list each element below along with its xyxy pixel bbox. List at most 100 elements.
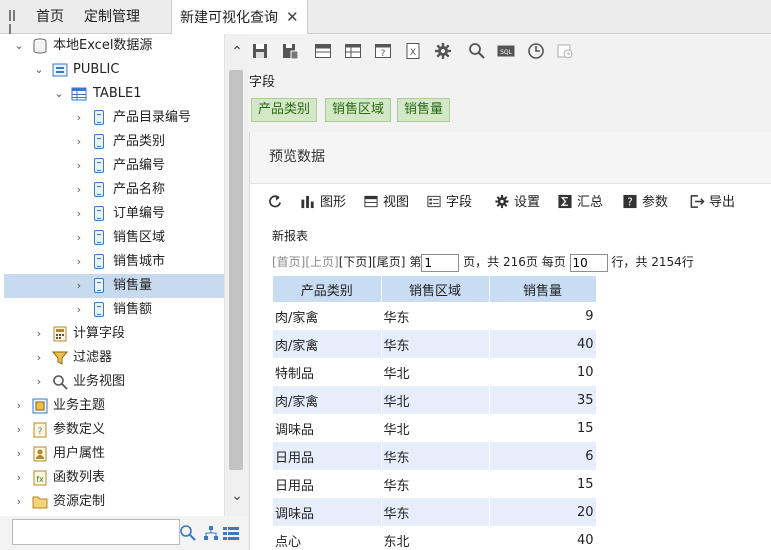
save-as-icon[interactable] (281, 42, 299, 60)
table-row: 日用品 华东 6 (273, 442, 597, 470)
table-cell: 华东 (381, 442, 490, 470)
tree-search-input[interactable] (12, 519, 180, 545)
tree-field-item[interactable]: › 销售额 (4, 298, 224, 322)
clock-icon[interactable] (527, 42, 545, 60)
tree-field-item[interactable]: › 订单编号 (4, 202, 224, 226)
field-icon (94, 134, 104, 149)
table-row: 调味品 华东 20 (273, 498, 597, 526)
tree-node-business-view[interactable]: › 业务视图 (4, 370, 224, 394)
tree-field-item[interactable]: › 销售城市 (4, 250, 224, 274)
table-row: 肉/家禽 华东 40 (273, 330, 597, 358)
chart-button-label: 图形 (320, 195, 347, 210)
tree-field-item[interactable]: › 销售区域 (4, 226, 224, 250)
table-cell: 调味品 (273, 414, 382, 442)
column-header[interactable]: 销售区域 (381, 276, 490, 302)
layout-icon[interactable] (314, 42, 332, 60)
export-button[interactable]: 导出 (689, 194, 735, 212)
page-number-input[interactable] (421, 253, 460, 272)
first-page-link[interactable]: [首页] (272, 255, 305, 269)
tree-field-item[interactable]: › 产品目录编号 (4, 106, 224, 130)
chevron-right-icon[interactable]: › (33, 346, 45, 370)
tree-node-table[interactable]: ⌄ TABLE1 (4, 82, 224, 106)
excel-icon[interactable]: X (404, 42, 422, 60)
prev-page-link[interactable]: [上页] (305, 255, 338, 269)
tab-custom-management-label: 定制管理 (84, 9, 140, 25)
svg-text:X: X (410, 48, 416, 58)
chevron-down-icon[interactable]: ⌄ (13, 34, 25, 58)
menu-grip-icon[interactable] (9, 10, 19, 35)
chevron-right-icon[interactable]: › (13, 418, 25, 442)
gear-icon[interactable] (434, 42, 452, 60)
settings-button[interactable]: 设置 (494, 194, 540, 212)
tree-node-label: PUBLIC (73, 62, 120, 77)
tree-view-icon[interactable] (202, 524, 220, 542)
field-chip-sales-region[interactable]: 销售区域 (325, 98, 392, 122)
chevron-right-icon[interactable]: › (13, 394, 25, 418)
chevron-right-icon[interactable]: › (73, 106, 85, 130)
scroll-up-icon[interactable]: ⌃ (225, 42, 249, 62)
tree-scrollbar[interactable]: ⌃ ⌄ (224, 34, 248, 516)
chevron-right-icon[interactable]: › (13, 442, 25, 466)
sql-icon[interactable]: SQL (497, 42, 515, 60)
table-cell: 15 (489, 414, 597, 442)
chevron-right-icon[interactable]: › (13, 466, 25, 490)
next-page-link[interactable]: [下页] (339, 255, 372, 269)
tree-node-param-def[interactable]: › ? 参数定义 (4, 418, 224, 442)
tree-node-filters[interactable]: › 过滤器 (4, 346, 224, 370)
scroll-down-icon[interactable]: ⌄ (225, 486, 249, 506)
chevron-right-icon[interactable]: › (33, 322, 45, 346)
search-icon[interactable] (179, 524, 197, 542)
summary-button[interactable]: 汇总 (557, 194, 603, 212)
tree-node-resource-custom[interactable]: › 资源定制 (4, 490, 224, 514)
tree-node-datasource[interactable]: ⌄ 本地Excel数据源 (4, 34, 224, 58)
tab-home[interactable]: 首页 (36, 0, 64, 34)
tree-field-item[interactable]: › 产品类别 (4, 130, 224, 154)
table-header-row: 产品类别 销售区域 销售量 (273, 276, 597, 302)
view-button[interactable]: 视图 (363, 194, 409, 212)
grid-icon[interactable] (344, 42, 362, 60)
help-doc-icon[interactable]: ? (374, 42, 392, 60)
save-icon[interactable] (251, 42, 269, 60)
table-cell: 华东 (381, 470, 490, 498)
column-header[interactable]: 销售量 (489, 276, 597, 302)
tree-field-item-selected[interactable]: › 销售量 (4, 274, 224, 298)
rows-per-page-input[interactable] (569, 253, 608, 272)
tree-field-item[interactable]: › 产品名称 (4, 178, 224, 202)
tab-custom-management[interactable]: 定制管理 (84, 0, 140, 34)
close-tab-icon[interactable]: ✕ (286, 8, 299, 26)
chevron-right-icon[interactable]: › (73, 178, 85, 202)
tree-field-item[interactable]: › 产品编号 (4, 154, 224, 178)
chevron-right-icon[interactable]: › (73, 154, 85, 178)
chevron-down-icon[interactable]: ⌄ (53, 82, 65, 106)
fields-button[interactable]: 字段 (426, 194, 472, 212)
scrollbar-thumb[interactable] (229, 70, 243, 470)
chart-button[interactable]: 图形 (300, 194, 346, 212)
chevron-right-icon[interactable]: › (73, 202, 85, 226)
schedule-icon[interactable] (556, 42, 574, 60)
field-chip-sales-volume[interactable]: 销售量 (397, 98, 451, 122)
chevron-right-icon[interactable]: › (73, 274, 85, 298)
svg-text:?: ? (38, 427, 43, 437)
refresh-button[interactable] (267, 194, 287, 212)
tree-node-business-topic[interactable]: › 业务主题 (4, 394, 224, 418)
chevron-right-icon[interactable]: › (13, 490, 25, 514)
table-cell: 东北 (381, 526, 490, 550)
field-chip-product-category[interactable]: 产品类别 (251, 98, 318, 122)
chevron-right-icon[interactable]: › (73, 226, 85, 250)
row-total-text: 行，共 2154行 (611, 255, 694, 269)
last-page-link[interactable]: [尾页] (372, 255, 405, 269)
chevron-down-icon[interactable]: ⌄ (33, 58, 45, 82)
chevron-right-icon[interactable]: › (73, 250, 85, 274)
tree-node-calc-fields[interactable]: › 计算字段 (4, 322, 224, 346)
column-header[interactable]: 产品类别 (273, 276, 382, 302)
chevron-right-icon[interactable]: › (73, 130, 85, 154)
search-icon[interactable] (468, 42, 486, 60)
list-view-icon[interactable] (222, 524, 240, 542)
tree-node-schema[interactable]: ⌄ PUBLIC (4, 58, 224, 82)
parameters-button[interactable]: ? 参数 (622, 194, 668, 212)
chevron-right-icon[interactable]: › (73, 298, 85, 322)
chevron-right-icon[interactable]: › (33, 370, 45, 394)
tree-node-user-attr[interactable]: › 用户属性 (4, 442, 224, 466)
tab-new-visual-query[interactable]: 新建可视化查询 ✕ (171, 0, 308, 35)
tree-node-function-list[interactable]: › fx 函数列表 (4, 466, 224, 490)
